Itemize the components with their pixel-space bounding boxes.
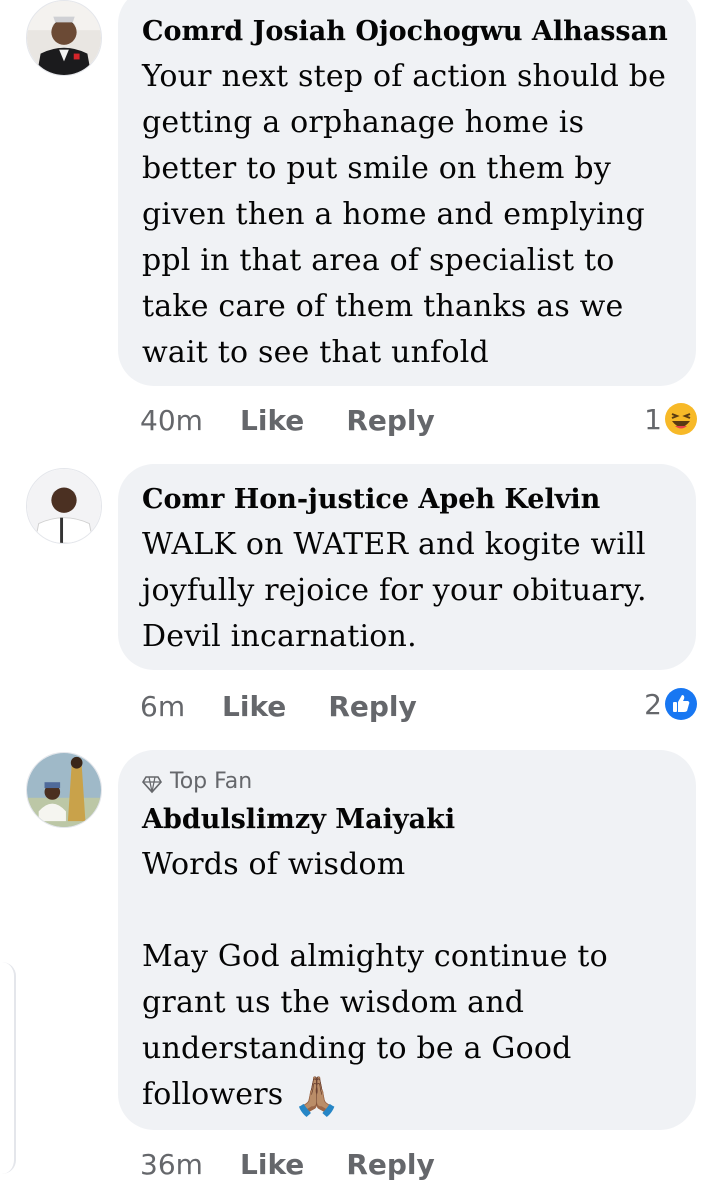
comment-bubble: Comrd Josiah Ojochogwu Alhassan Your nex… (118, 0, 696, 386)
comments-page: Comrd Josiah Ojochogwu Alhassan Your nex… (0, 0, 720, 1198)
comment-author[interactable]: Comr Hon-justice Apeh Kelvin (142, 478, 672, 522)
reaction-count: 2 (644, 687, 662, 721)
comment-timestamp[interactable]: 6m (140, 690, 222, 723)
comment-timestamp[interactable]: 36m (140, 1148, 240, 1181)
comment-bubble: Top Fan Abdulslimzy Maiyaki Words of wis… (118, 750, 696, 1130)
comment-text: WALK on WATER and kogite will joyfully r… (142, 527, 647, 654)
reply-button[interactable]: Reply (346, 1148, 434, 1181)
comment-text: Your next step of action should be getti… (142, 59, 667, 370)
like-thumb-icon (664, 687, 698, 721)
avatar[interactable] (26, 0, 102, 76)
comment-author[interactable]: Abdulslimzy Maiyaki (142, 798, 672, 842)
reaction-summary[interactable]: 1 (644, 399, 698, 439)
comment-actions: 40m Like Reply (140, 400, 435, 440)
avatar[interactable] (26, 468, 102, 544)
diamond-icon (142, 772, 162, 794)
comment-timestamp[interactable]: 40m (140, 404, 240, 437)
comment-text: Words of wisdom May God almighty continu… (142, 842, 672, 1118)
reaction-count: 1 (644, 402, 662, 436)
reaction-summary[interactable]: 2 (644, 684, 698, 724)
comment-bubble: Comr Hon-justice Apeh Kelvin WALK on WAT… (118, 464, 696, 670)
reply-button[interactable]: Reply (328, 690, 416, 723)
side-panel-edge (0, 962, 16, 1174)
top-fan-badge: Top Fan (142, 766, 672, 798)
praying-hands-emoji: 🙏🏽 (293, 1074, 341, 1118)
like-button[interactable]: Like (222, 690, 286, 723)
laughing-emoji-icon (664, 402, 698, 436)
top-fan-label: Top Fan (170, 769, 253, 794)
like-button[interactable]: Like (240, 1148, 304, 1181)
comment-author[interactable]: Comrd Josiah Ojochogwu Alhassan (142, 10, 672, 54)
like-button[interactable]: Like (240, 404, 304, 437)
comment-actions: 6m Like Reply (140, 686, 417, 726)
avatar[interactable] (26, 752, 102, 828)
comment-text-body: Words of wisdom May God almighty continu… (142, 847, 608, 1112)
reply-button[interactable]: Reply (346, 404, 434, 437)
comment-actions: 36m Like Reply (140, 1144, 435, 1184)
